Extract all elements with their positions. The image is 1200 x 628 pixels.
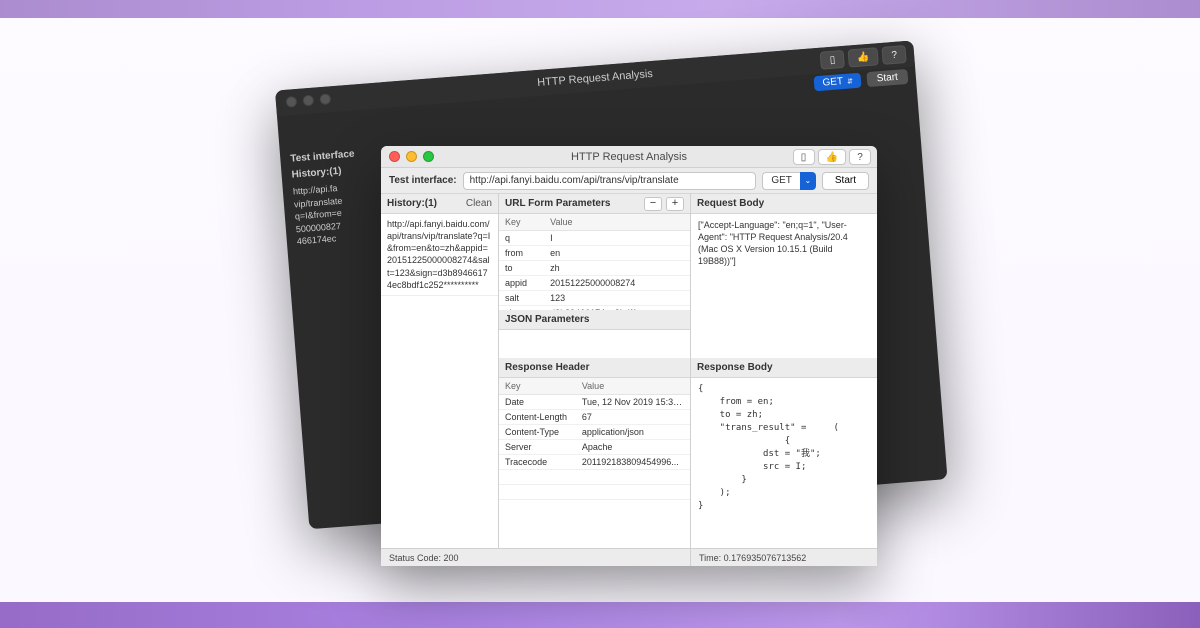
history-entry[interactable]: http://api.fanyi.baidu.com/api/trans/vip… — [381, 214, 498, 296]
table-row — [499, 485, 690, 500]
json-params-box[interactable] — [499, 330, 690, 358]
col-value: Value — [544, 214, 690, 231]
table-row: qI — [499, 231, 690, 246]
table-row: salt123 — [499, 291, 690, 306]
request-body-title: Request Body — [697, 198, 764, 209]
remove-param-button[interactable]: − — [644, 197, 662, 211]
col-key: Key — [499, 214, 544, 231]
minimize-icon[interactable] — [406, 151, 417, 162]
table-row: Content-Length67 — [499, 410, 690, 425]
method-label: GET — [762, 172, 800, 190]
status-time: Time: 0.176935076713562 — [691, 549, 877, 566]
table-row: tozh — [499, 261, 690, 276]
window-light: HTTP Request Analysis ▯ 👍 ? Test interfa… — [381, 146, 877, 566]
response-header-table[interactable]: KeyValue DateTue, 12 Nov 2019 15:33:... … — [499, 378, 690, 500]
response-body-title: Response Body — [697, 362, 773, 373]
decorative-stripe-bottom — [0, 602, 1200, 628]
decorative-stripe-top — [0, 0, 1200, 18]
url-params-title: URL Form Parameters — [505, 198, 610, 209]
dark-traffic-lights[interactable] — [285, 93, 331, 107]
table-row: Content-Typeapplication/json — [499, 425, 690, 440]
light-traffic-lights[interactable] — [389, 151, 434, 162]
light-titlebar: HTTP Request Analysis ▯ 👍 ? — [381, 146, 877, 168]
chevron-updown-icon: ⇵ — [847, 77, 853, 85]
table-row: Tracecode201192183809454996... — [499, 455, 690, 470]
light-title: HTTP Request Analysis — [571, 151, 687, 163]
dark-phone-icon[interactable]: ▯ — [820, 50, 845, 70]
table-row: appid20151225000008274 — [499, 276, 690, 291]
dark-title: HTTP Request Analysis — [537, 68, 654, 89]
history-empty-area — [381, 296, 498, 548]
dark-method-select[interactable]: GET ⇵ — [814, 73, 861, 92]
status-bar: Status Code: 200 Time: 0.176935076713562 — [381, 548, 877, 566]
test-interface-label: Test interface: — [389, 175, 457, 186]
close-icon[interactable] — [389, 151, 400, 162]
col-key: Key — [499, 378, 576, 395]
help-icon[interactable]: ? — [849, 149, 871, 165]
history-title: History:(1) — [387, 198, 437, 209]
add-param-button[interactable]: + — [666, 197, 684, 211]
method-select[interactable]: GET ⌄ — [762, 172, 816, 190]
zoom-icon[interactable] — [423, 151, 434, 162]
chevron-updown-icon: ⌄ — [800, 172, 816, 190]
response-body-text[interactable]: { from = en; to = zh; "trans_result" = (… — [691, 378, 877, 548]
start-button[interactable]: Start — [822, 172, 869, 190]
table-row: ServerApache — [499, 440, 690, 455]
json-params-title: JSON Parameters — [505, 314, 590, 325]
table-row — [499, 470, 690, 485]
dark-start-button[interactable]: Start — [866, 69, 908, 87]
request-body-text[interactable]: ["Accept-Language": "en;q=1", "User-Agen… — [691, 214, 877, 358]
status-code: Status Code: 200 — [381, 549, 691, 566]
col-value: Value — [576, 378, 690, 395]
clean-button[interactable]: Clean — [466, 198, 492, 209]
url-input[interactable] — [463, 172, 757, 190]
dark-thumb-icon[interactable]: 👍 — [848, 47, 880, 67]
phone-icon[interactable]: ▯ — [793, 149, 815, 165]
dark-help-icon[interactable]: ? — [882, 45, 907, 65]
thumbs-up-icon[interactable]: 👍 — [818, 149, 846, 165]
test-toolbar: Test interface: GET ⌄ Start — [381, 168, 877, 194]
url-params-table[interactable]: KeyValue qI fromen tozh appid20151225000… — [499, 214, 690, 310]
response-header-title: Response Header — [505, 362, 589, 373]
table-row: DateTue, 12 Nov 2019 15:33:... — [499, 395, 690, 410]
table-row: fromen — [499, 246, 690, 261]
history-panel: History:(1) Clean http://api.fanyi.baidu… — [381, 194, 499, 548]
